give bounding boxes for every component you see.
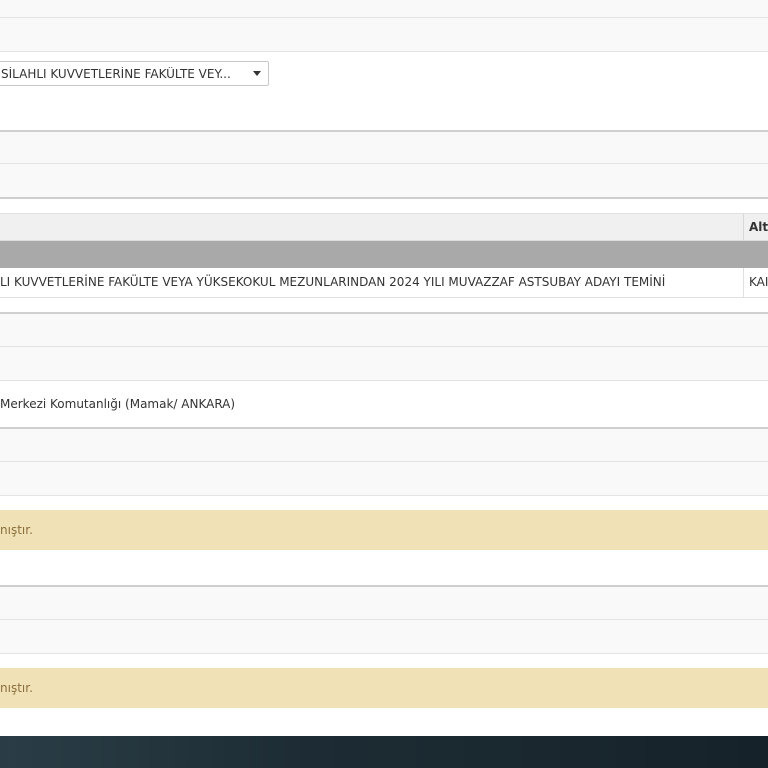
form-row-5: [0, 314, 768, 346]
table-cell-title: LI KUVVETLERİNE FAKÜLTE VEYA YÜKSEKOKUL …: [0, 275, 666, 289]
table-row[interactable]: LI KUVVETLERİNE FAKÜLTE VEYA YÜKSEKOKUL …: [0, 268, 768, 298]
location-text: Merkezi Komutanlığı (Mamak/ ANKARA): [0, 397, 236, 411]
form-row-3: [0, 132, 768, 163]
section-divider: [0, 197, 768, 199]
form-row-4: [0, 164, 768, 197]
table-group-row: [0, 241, 768, 268]
info-notice: nıştır.: [0, 668, 768, 708]
form-row-10: [0, 620, 768, 653]
divider: [0, 495, 768, 496]
category-select-value: SİLAHLI KUVVETLERİNE FAKÜLTE VEY...: [1, 66, 231, 81]
caret-down-icon[interactable]: [246, 71, 268, 76]
divider: [0, 51, 768, 52]
table-cell-alt: KAI: [743, 268, 768, 297]
info-notice: nıştır.: [0, 510, 768, 550]
page-footer: [0, 736, 768, 768]
form-row-7: [0, 429, 768, 461]
form-row-9: [0, 587, 768, 619]
form-row-6: [0, 347, 768, 380]
results-table-header: Alt: [0, 213, 768, 241]
divider: [0, 380, 768, 381]
column-header-alt[interactable]: Alt: [743, 214, 768, 241]
form-row-1: [0, 0, 768, 17]
category-select[interactable]: SİLAHLI KUVVETLERİNE FAKÜLTE VEY...: [0, 61, 269, 86]
form-row-8: [0, 462, 768, 495]
divider: [0, 653, 768, 654]
form-row-2: [0, 18, 768, 51]
